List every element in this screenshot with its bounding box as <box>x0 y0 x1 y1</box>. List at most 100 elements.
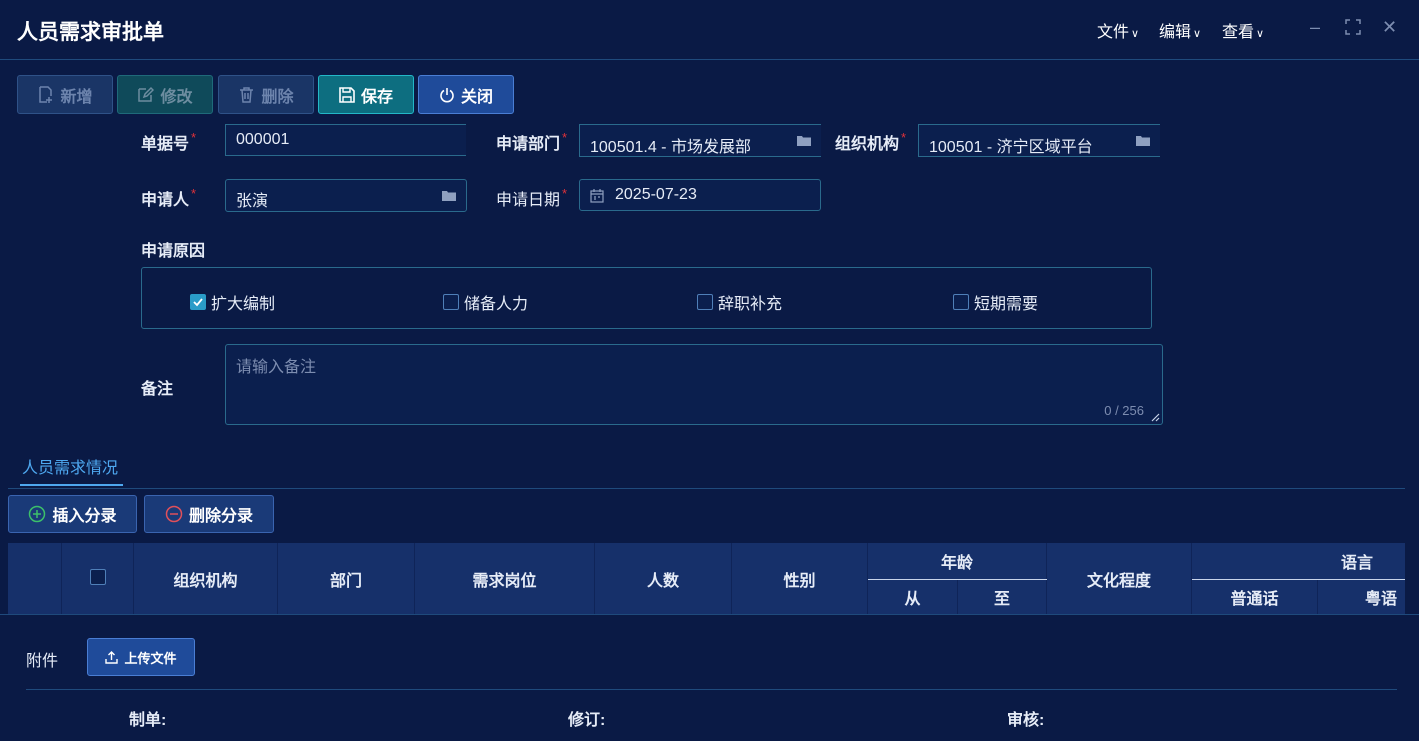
tab-divider <box>8 488 1405 489</box>
doc-no-label-text: 单据号 <box>141 136 190 153</box>
trash-icon <box>240 87 254 103</box>
doc-no-value: 000001 <box>236 131 290 148</box>
org-field[interactable]: 100501 - 济宁区域平台 <box>918 124 1160 157</box>
menu-edit[interactable]: 编辑 ∨ <box>1159 18 1201 42</box>
checkbox[interactable] <box>697 294 713 310</box>
required-mark: * <box>562 186 568 201</box>
applicant-field[interactable]: 张演 <box>225 179 467 212</box>
reason-expand-label: 扩大编制 <box>211 296 276 313</box>
maximize-icon[interactable] <box>1345 19 1361 40</box>
menu-edit-label: 编辑 <box>1159 24 1192 41</box>
reason-checkbox-shortterm[interactable]: 短期需要 <box>953 290 1038 314</box>
delete-row-button[interactable]: 删除分录 <box>144 495 274 533</box>
close-window-icon[interactable]: ✕ <box>1382 17 1397 38</box>
header-dept[interactable]: 部门 <box>278 543 415 614</box>
header-age-from[interactable]: 从 <box>868 580 958 614</box>
attachment-label: 附件 <box>26 653 59 670</box>
detail-table-header: 组织机构 部门 需求岗位 人数 性别 年龄 从 至 文化程度 语言 普通话 粤语 <box>8 543 1405 614</box>
select-all-checkbox[interactable] <box>89 568 106 585</box>
reason-resignation-label: 辞职补充 <box>718 296 783 313</box>
save-icon <box>339 86 355 103</box>
edit-button[interactable]: 修改 <box>117 75 213 114</box>
checkbox-checked[interactable] <box>190 294 206 310</box>
remark-counter: 0 / 256 <box>1104 403 1144 418</box>
edit-button-label: 修改 <box>160 88 193 106</box>
required-mark: * <box>191 130 197 145</box>
resize-handle-icon[interactable] <box>1151 413 1160 422</box>
calendar-icon <box>590 189 604 203</box>
chevron-down-icon: ∨ <box>1256 28 1265 40</box>
reason-label: 申请原因 <box>141 243 206 260</box>
close-button[interactable]: 关闭 <box>418 75 514 114</box>
header-count[interactable]: 人数 <box>595 543 732 614</box>
reason-checkbox-reserve[interactable]: 储备人力 <box>443 290 528 314</box>
minimize-icon[interactable]: – <box>1310 17 1320 38</box>
menu-view-label: 查看 <box>1222 24 1255 41</box>
dept-field[interactable]: 100501.4 - 市场发展部 <box>579 124 821 157</box>
chevron-down-icon: ∨ <box>1193 28 1202 40</box>
remark-textarea[interactable]: 请输入备注 0 / 256 <box>225 344 1163 425</box>
menu-file[interactable]: 文件 ∨ <box>1097 18 1139 42</box>
header-cantonese[interactable]: 粤语 <box>1318 580 1405 614</box>
footer-divider <box>26 689 1397 690</box>
required-mark: * <box>901 130 907 145</box>
audit-label: 审核: <box>1007 712 1045 729</box>
tab-staff-demand[interactable]: 人员需求情况 <box>22 454 118 478</box>
header-divider <box>868 579 1047 580</box>
applicant-value: 张演 <box>236 193 269 210</box>
checkbox[interactable] <box>953 294 969 310</box>
header-org[interactable]: 组织机构 <box>134 543 278 614</box>
dept-label: 申请部门 * <box>496 130 567 154</box>
header-divider <box>1192 579 1405 580</box>
save-button[interactable]: 保存 <box>318 75 414 114</box>
reason-checkbox-expand[interactable]: 扩大编制 <box>190 290 275 314</box>
upload-file-button[interactable]: 上传文件 <box>87 638 195 676</box>
delete-button-label: 删除 <box>261 88 294 106</box>
maker-label: 制单: <box>129 712 167 729</box>
reason-checkbox-resignation[interactable]: 辞职补充 <box>697 290 782 314</box>
folder-icon[interactable] <box>797 135 811 146</box>
upload-file-label: 上传文件 <box>124 650 177 666</box>
folder-icon[interactable] <box>1136 135 1150 146</box>
header-mandarin[interactable]: 普通话 <box>1192 580 1318 614</box>
select-all-header <box>62 543 134 614</box>
required-mark: * <box>191 186 197 201</box>
doc-no-field[interactable]: 000001 <box>225 124 466 156</box>
org-label-text: 组织机构 <box>835 136 900 153</box>
header-position[interactable]: 需求岗位 <box>415 543 595 614</box>
applicant-label-text: 申请人 <box>141 192 190 209</box>
insert-row-button[interactable]: 插入分录 <box>8 495 137 533</box>
revise-label: 修订: <box>568 712 606 729</box>
upload-icon <box>105 650 119 664</box>
add-button[interactable]: 新增 <box>17 75 113 114</box>
date-label: 申请日期 * <box>496 186 567 210</box>
delete-row-label: 删除分录 <box>188 508 253 525</box>
header-education[interactable]: 文化程度 <box>1047 543 1192 614</box>
header-gender[interactable]: 性别 <box>732 543 868 614</box>
title-bar: 人员需求审批单 文件 ∨ 编辑 ∨ 查看 ∨ – ✕ <box>0 0 1419 60</box>
save-button-label: 保存 <box>360 88 393 106</box>
delete-button[interactable]: 删除 <box>218 75 314 114</box>
add-button-label: 新增 <box>60 88 93 106</box>
section-divider <box>0 614 1419 615</box>
date-label-text: 申请日期 <box>496 192 561 209</box>
power-icon <box>440 87 454 102</box>
chevron-down-icon: ∨ <box>1131 28 1140 40</box>
row-number-header <box>8 543 62 614</box>
close-button-label: 关闭 <box>460 88 493 106</box>
reason-reserve-label: 储备人力 <box>464 296 529 313</box>
dept-value: 100501.4 - 市场发展部 <box>590 139 751 156</box>
remark-label: 备注 <box>141 381 174 398</box>
menu-view[interactable]: 查看 ∨ <box>1222 18 1264 42</box>
date-field[interactable]: 2025-07-23 <box>579 179 821 211</box>
add-doc-icon <box>39 86 53 103</box>
window-title: 人员需求审批单 <box>17 21 164 44</box>
header-age: 年龄 <box>868 543 1047 579</box>
header-age-to[interactable]: 至 <box>958 580 1047 614</box>
folder-icon[interactable] <box>442 190 456 201</box>
insert-row-label: 插入分录 <box>52 508 117 525</box>
checkbox[interactable] <box>443 294 459 310</box>
org-value: 100501 - 济宁区域平台 <box>929 139 1093 156</box>
org-label: 组织机构 * <box>835 130 906 154</box>
date-value: 2025-07-23 <box>615 186 697 203</box>
